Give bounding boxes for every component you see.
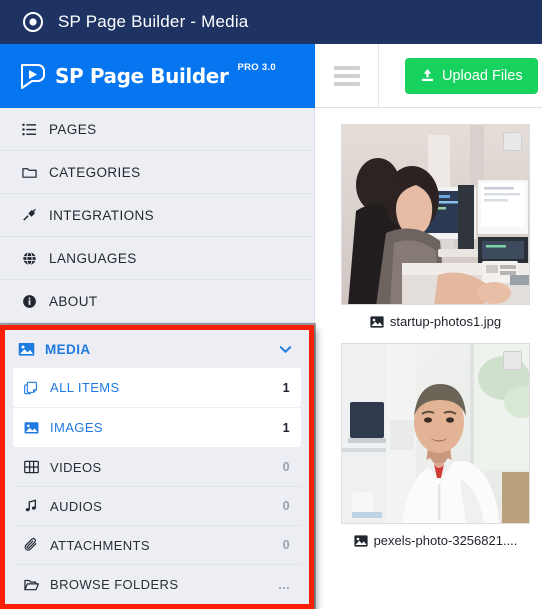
thumbnail-photo-man-clinic [342,344,529,523]
sidebar-item-label: LANGUAGES [49,250,137,266]
upload-button-label: Upload Files [442,67,523,84]
sidebar-item-label: IMAGES [50,420,103,435]
brand-name: SP Page Builder [55,64,229,88]
window-titlebar: SP Page Builder - Media [0,0,542,44]
image-icon [370,315,384,328]
media-thumbnail[interactable] [341,124,530,305]
item-count: ... [278,577,290,592]
media-filename: pexels-photo-3256821.... [373,533,518,548]
image-icon [24,421,40,435]
sidebar-item-label: CATEGORIES [49,164,141,180]
sidebar-item-label: BROWSE FOLDERS [50,577,179,592]
media-item[interactable]: startup-photos1.jpg [341,124,530,329]
sidebar: PAGES CATEGORIES INTEGRATIONS LANGUAGES … [0,108,315,609]
media-grid: startup-photos1.jpg pexels-photo-3256821… [315,108,542,609]
upload-icon [420,68,435,83]
window-title: SP Page Builder - Media [58,12,249,31]
record-circle-icon [22,11,44,33]
item-count: 0 [282,538,290,552]
sidebar-item-label: VIDEOS [50,459,102,475]
item-count: 0 [282,460,290,474]
media-group-highlight: MEDIA ALL ITEMS 1 IMAGES 1 VIDEOS 0 AUDI… [0,325,314,609]
music-note-icon [24,499,40,513]
sidebar-item-about[interactable]: ABOUT [0,280,314,323]
sidebar-item-browse-folders[interactable]: BROWSE FOLDERS ... [13,565,301,604]
media-caption: startup-photos1.jpg [341,314,530,329]
plug-icon [22,208,38,223]
chevron-down-icon[interactable] [278,342,293,357]
thumbnail-photo-office [342,125,529,304]
brand-area: SP Page Builder PRO 3.0 [0,44,315,108]
sidebar-item-label: ALL ITEMS [50,380,120,395]
media-item[interactable]: pexels-photo-3256821.... [341,343,530,548]
paperclip-icon [24,538,40,552]
sidebar-item-label: ATTACHMENTS [50,537,150,553]
sidebar-item-categories[interactable]: CATEGORIES [0,151,314,194]
brand-edition: PRO 3.0 [237,62,276,73]
info-circle-icon [22,294,38,309]
play-logo-icon [18,61,48,91]
sidebar-item-images[interactable]: IMAGES 1 [13,408,301,447]
open-folder-icon [24,578,40,592]
image-icon [18,342,35,357]
media-select-checkbox[interactable] [503,132,522,151]
app-body: PAGES CATEGORIES INTEGRATIONS LANGUAGES … [0,108,542,609]
sidebar-item-media[interactable]: MEDIA [5,330,309,368]
sidebar-item-label: INTEGRATIONS [49,207,155,223]
item-count: 1 [282,380,290,395]
folder-icon [22,165,38,180]
media-select-checkbox[interactable] [503,351,522,370]
media-caption: pexels-photo-3256821.... [341,533,530,548]
copy-icon [24,381,40,395]
sidebar-item-pages[interactable]: PAGES [0,108,314,151]
sidebar-item-label: MEDIA [45,341,91,357]
list-icon [22,122,38,137]
image-icon [353,534,368,547]
sidebar-item-videos[interactable]: VIDEOS 0 [13,448,301,487]
sidebar-item-all-items[interactable]: ALL ITEMS 1 [13,368,301,407]
sidebar-item-languages[interactable]: LANGUAGES [0,237,314,280]
toolbar: Upload Files [315,44,542,108]
upload-files-button[interactable]: Upload Files [405,57,538,94]
sidebar-item-integrations[interactable]: INTEGRATIONS [0,194,314,237]
item-count: 0 [282,499,290,513]
hamburger-icon[interactable] [315,44,379,107]
media-thumbnail[interactable] [341,343,530,524]
media-manager-window: SP Page Builder - Media SP Page Builder … [0,0,542,609]
sidebar-item-audios[interactable]: AUDIOS 0 [13,487,301,526]
film-icon [24,460,40,474]
app-header: SP Page Builder PRO 3.0 Upload Files [0,44,542,108]
item-count: 1 [282,420,290,435]
sidebar-item-label: PAGES [49,121,97,137]
globe-icon [22,251,38,266]
sidebar-item-attachments[interactable]: ATTACHMENTS 0 [13,526,301,565]
media-filename: startup-photos1.jpg [389,314,502,329]
sidebar-item-label: AUDIOS [50,498,103,514]
sidebar-item-label: ABOUT [49,293,98,309]
